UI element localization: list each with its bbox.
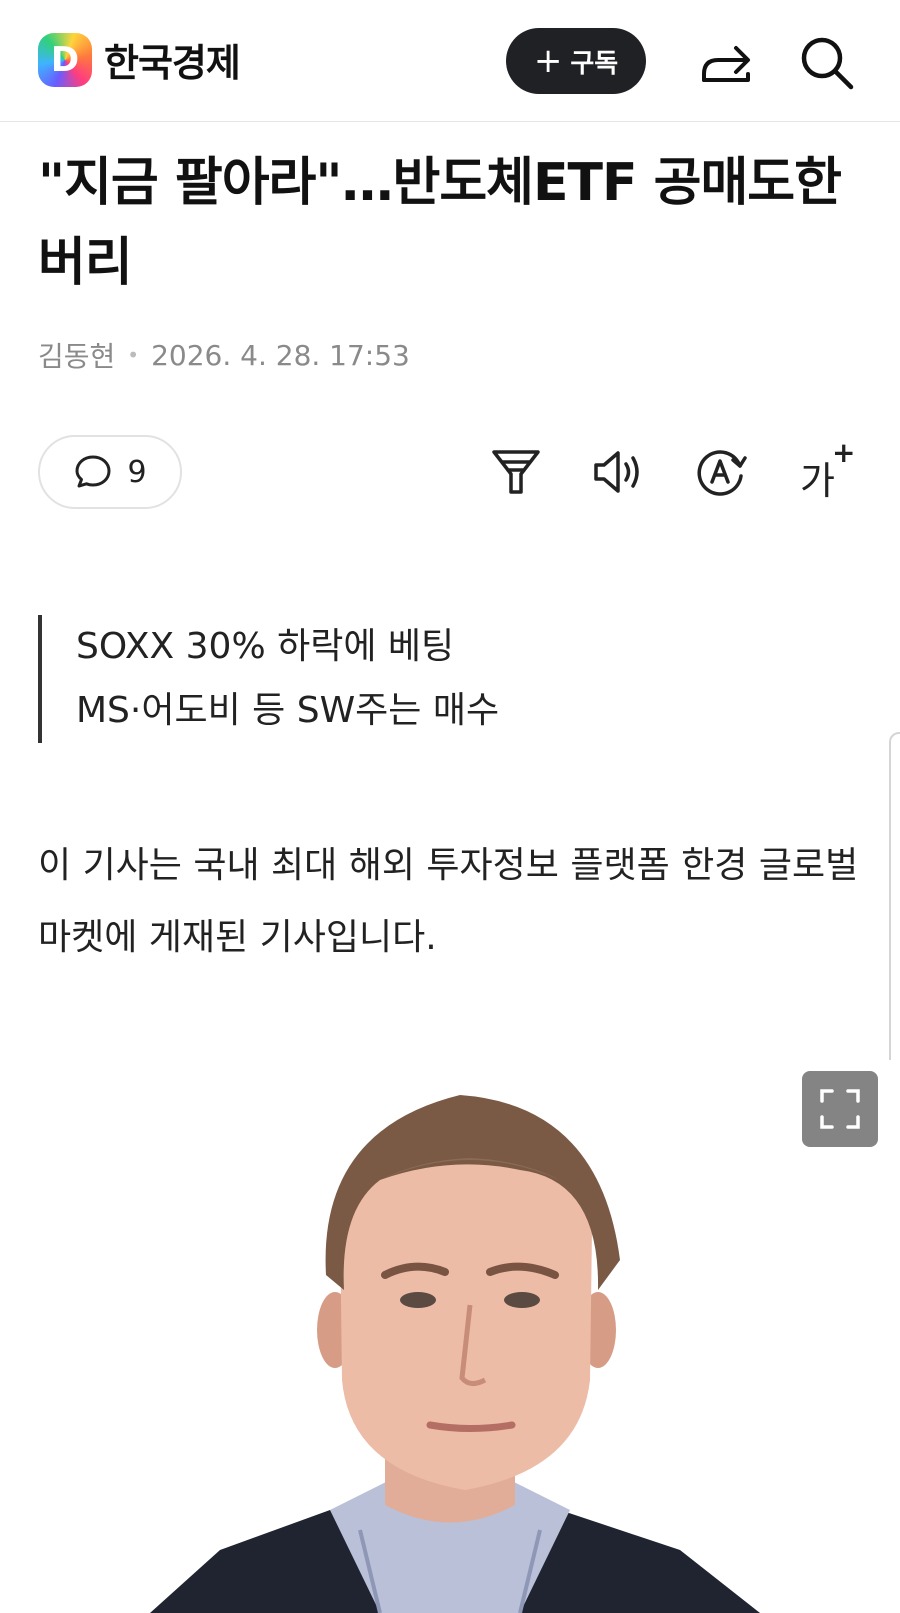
brand-logo-icon: D xyxy=(38,32,92,87)
brand-name: 한국경제 xyxy=(104,41,241,85)
article-summary: SOXX 30% 하락에 베팅 MS·어도비 등 SW주는 매수 xyxy=(38,615,499,743)
byline: 김동현 • 2026. 4. 28. 17:53 xyxy=(38,335,410,375)
share-icon xyxy=(702,46,750,82)
listen-button[interactable] xyxy=(590,444,646,500)
logo-letter: D xyxy=(50,39,80,80)
search-button[interactable] xyxy=(797,34,857,92)
plus-icon: + xyxy=(832,436,856,469)
summary-line: SOXX 30% 하락에 베팅 xyxy=(76,626,455,667)
filter-icon xyxy=(492,450,540,494)
search-icon xyxy=(801,37,854,90)
publish-timestamp: 2026. 4. 28. 17:53 xyxy=(151,338,410,372)
author-name[interactable]: 김동현 xyxy=(38,335,115,375)
comments-button[interactable]: 9 xyxy=(38,435,182,509)
summary-line: MS·어도비 등 SW주는 매수 xyxy=(76,690,500,731)
translate-button[interactable] xyxy=(692,444,748,500)
top-bar: D 한국경제 + 구독 xyxy=(0,0,900,122)
subscribe-button[interactable]: + 구독 xyxy=(506,28,646,94)
font-size-icon: 가 xyxy=(800,459,835,503)
summary-filter-button[interactable] xyxy=(488,444,544,500)
brand-logo-link[interactable]: D 한국경제 xyxy=(38,32,241,87)
comment-count: 9 xyxy=(127,454,147,490)
portrait-image xyxy=(150,1095,760,1613)
subscribe-label: 구독 xyxy=(570,48,619,79)
speaker-icon xyxy=(594,451,639,493)
fullscreen-icon xyxy=(820,1089,860,1129)
font-size-button[interactable]: 가 + xyxy=(796,436,856,503)
share-button[interactable] xyxy=(694,34,758,90)
article-photo xyxy=(0,1060,900,1613)
article-body: 이 기사는 국내 최대 해외 투자정보 플랫폼 한경 글로벌마켓에 게재된 기사… xyxy=(38,845,859,958)
plus-icon: + xyxy=(533,41,563,81)
translate-icon xyxy=(697,450,747,496)
byline-separator: • xyxy=(127,343,140,367)
comment-icon xyxy=(75,455,111,488)
article-headline: "지금 팔아라"…반도체ETF 공매도한 버리 xyxy=(38,153,842,293)
expand-image-button[interactable] xyxy=(802,1071,878,1147)
